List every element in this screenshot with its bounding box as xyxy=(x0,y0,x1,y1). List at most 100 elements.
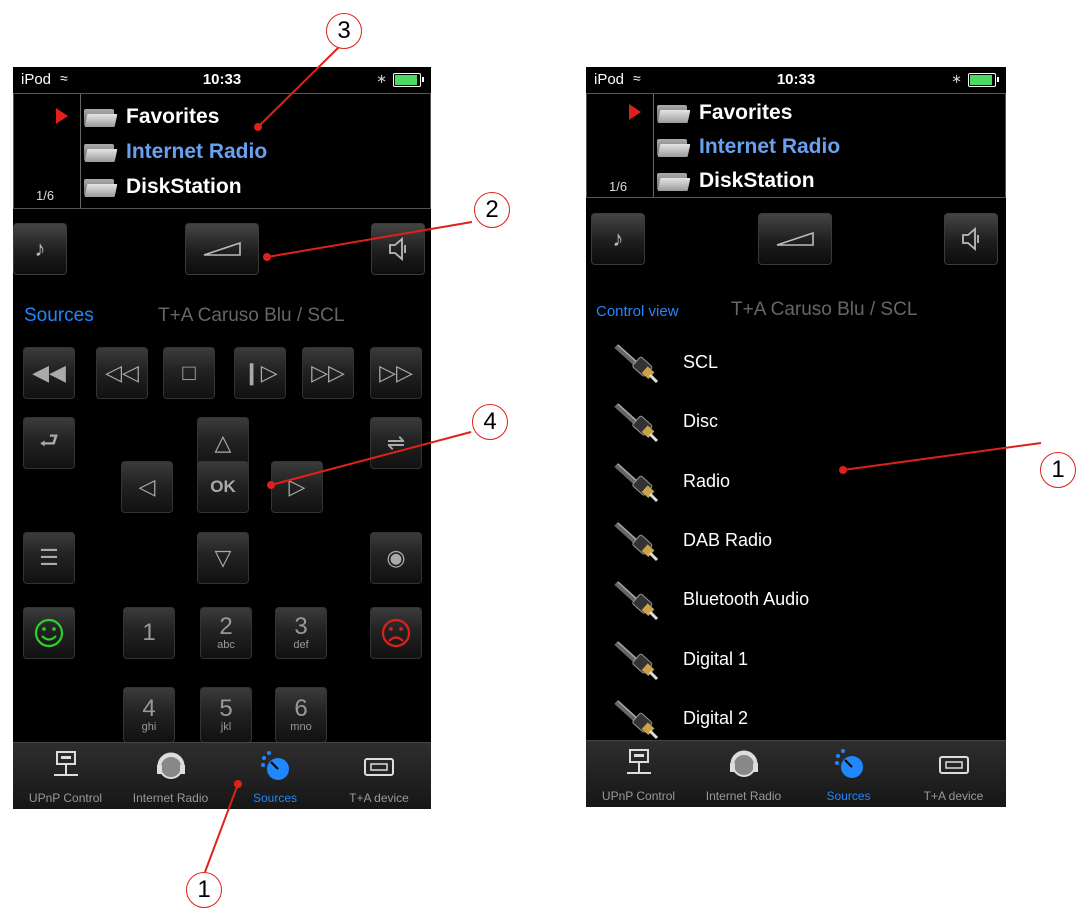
globe-headphones-icon xyxy=(729,750,758,777)
speaker-mute-icon xyxy=(389,237,406,261)
rca-plug-icon xyxy=(614,462,659,502)
source-knob-icon xyxy=(834,749,863,778)
num-key-5[interactable]: 5 jkl xyxy=(200,687,252,743)
num-key-2[interactable]: 2 abc xyxy=(200,607,252,659)
num-key-1[interactable]: 1 xyxy=(123,607,175,659)
tab-ta-device[interactable]: T+A device xyxy=(327,743,431,809)
num-key-digit: 5 xyxy=(219,695,233,722)
source-label: Disc xyxy=(683,411,718,432)
tab-internet-radio[interactable]: Internet Radio xyxy=(118,743,223,809)
fast-forward-button[interactable]: ▷▷ xyxy=(302,347,354,399)
source-label: Digital 1 xyxy=(683,648,749,669)
tab-sources[interactable]: Sources xyxy=(796,741,901,807)
source-item[interactable]: SCL xyxy=(586,334,1006,393)
tab-ta-device[interactable]: T+A device xyxy=(901,741,1006,807)
speaker-mute-icon xyxy=(962,227,979,251)
frown-button[interactable] xyxy=(370,607,422,659)
folder-item-favorites[interactable]: Favorites xyxy=(84,100,219,134)
tab-sources[interactable]: Sources xyxy=(223,743,327,809)
up-arrow-icon: △ xyxy=(214,430,232,455)
menu-button[interactable]: ☰ xyxy=(23,532,75,584)
music-note-button[interactable]: ♪ xyxy=(13,223,67,275)
down-arrow-icon: ▽ xyxy=(214,545,232,570)
folder-browser: 1/6 Favorites Internet Radio DiskStation xyxy=(13,93,431,209)
folder-icon xyxy=(657,103,691,123)
device-icon xyxy=(364,758,394,776)
left-button[interactable]: ◁ xyxy=(121,461,173,513)
folder-item-internet-radio[interactable]: Internet Radio xyxy=(84,135,267,169)
num-key-letters: ghi xyxy=(141,721,157,733)
num-key-letters: def xyxy=(293,639,309,651)
source-label: Radio xyxy=(683,470,731,491)
folder-label: Internet Radio xyxy=(126,140,268,163)
folder-icon xyxy=(657,137,691,157)
network-icon xyxy=(626,749,651,774)
callout-badge-2: 2 xyxy=(474,192,510,228)
num-key-6[interactable]: 6 mno xyxy=(275,687,327,743)
folder-item-favorites[interactable]: Favorites xyxy=(657,96,792,130)
num-key-letters: mno xyxy=(290,721,312,733)
num-key-digit: 4 xyxy=(142,695,156,722)
smiley-button[interactable] xyxy=(23,607,75,659)
folder-item-diskstation[interactable]: DiskStation xyxy=(84,170,242,204)
view-button[interactable]: ◉ xyxy=(370,532,422,584)
rca-plug-icon xyxy=(614,640,659,680)
mute-button[interactable] xyxy=(944,213,998,265)
source-label: Bluetooth Audio xyxy=(683,589,810,610)
stop-button[interactable]: □ xyxy=(163,347,215,399)
device-name: T+A Caruso Blu / SCL xyxy=(731,299,918,320)
right-phone-screen: iPod ≈ 10:33 ∗ 1/6 Favorites Internet Ra… xyxy=(586,67,1006,807)
num-key-digit: 3 xyxy=(294,613,308,640)
volume-button[interactable] xyxy=(758,213,832,265)
tab-label: T+A device xyxy=(349,791,409,805)
tab-upnp-control[interactable]: UPnP Control xyxy=(586,741,691,807)
context-title[interactable]: Sources xyxy=(24,305,94,327)
source-item[interactable]: Digital 1 xyxy=(586,631,1006,690)
num-key-4[interactable]: 4 ghi xyxy=(123,687,175,743)
rewind-icon: ◁◁ xyxy=(105,360,139,385)
source-item[interactable]: Disc xyxy=(586,393,1006,452)
folder-label: Internet Radio xyxy=(699,135,841,158)
num-key-digit: 1 xyxy=(142,619,156,646)
mute-button[interactable] xyxy=(371,223,425,275)
music-note-button[interactable]: ♪ xyxy=(591,213,645,265)
back-arrow-icon: ⮐ xyxy=(39,428,59,453)
volume-ramp-icon xyxy=(776,231,814,246)
tab-internet-radio[interactable]: Internet Radio xyxy=(691,741,796,807)
folder-label: DiskStation xyxy=(699,169,815,192)
stop-icon: □ xyxy=(182,360,196,385)
source-item[interactable]: DAB Radio xyxy=(586,512,1006,571)
folder-item-diskstation[interactable]: DiskStation xyxy=(657,164,815,198)
source-item[interactable]: Bluetooth Audio xyxy=(586,571,1006,630)
back-button[interactable]: ⮐ xyxy=(23,417,75,469)
folder-icon xyxy=(657,171,691,191)
music-note-icon: ♪ xyxy=(34,236,46,261)
page-indicator: 1/6 xyxy=(36,188,55,203)
source-knob-icon xyxy=(261,751,289,780)
browser-side-column: 1/6 xyxy=(14,94,81,208)
rca-plug-icon xyxy=(614,699,659,739)
down-button[interactable]: ▽ xyxy=(197,532,249,584)
tab-upnp-control[interactable]: UPnP Control xyxy=(13,743,118,809)
skip-next-button[interactable]: ▷▷ xyxy=(370,347,422,399)
callout-pin xyxy=(254,123,262,131)
play-pause-button[interactable]: ❙▷ xyxy=(234,347,286,399)
skip-previous-button[interactable]: ◀◀ xyxy=(23,347,75,399)
right-button[interactable]: ▷ xyxy=(271,461,323,513)
callout-pin xyxy=(263,253,271,261)
folder-item-internet-radio[interactable]: Internet Radio xyxy=(657,130,840,164)
status-bar: iPod ≈ 10:33 ∗ xyxy=(586,67,1006,93)
volume-button[interactable] xyxy=(185,223,259,275)
source-item[interactable]: Radio xyxy=(586,453,1006,512)
status-bar: iPod ≈ 10:33 ∗ xyxy=(13,67,431,93)
rewind-button[interactable]: ◁◁ xyxy=(96,347,148,399)
num-key-letters: jkl xyxy=(220,721,232,733)
music-note-icon: ♪ xyxy=(612,226,624,251)
control-view-link[interactable]: Control view xyxy=(596,303,679,320)
ok-button[interactable]: OK xyxy=(197,461,249,513)
clock: 10:33 xyxy=(202,71,242,88)
shuffle-button[interactable]: ⇌ xyxy=(370,417,422,469)
tab-label: T+A device xyxy=(923,789,984,803)
folder-label: DiskStation xyxy=(126,175,242,198)
num-key-3[interactable]: 3 def xyxy=(275,607,327,659)
